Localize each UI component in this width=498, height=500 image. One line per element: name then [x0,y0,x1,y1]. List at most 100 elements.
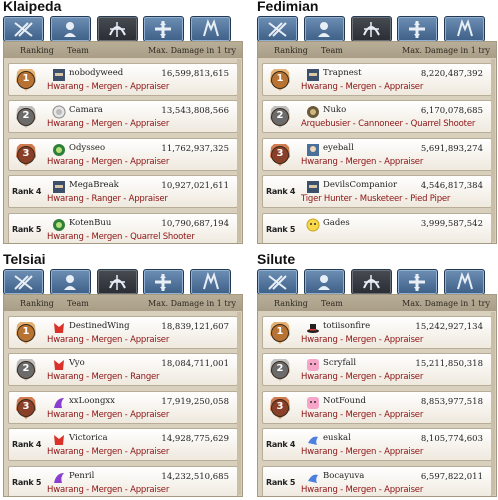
swordsman-class-tab[interactable] [3,269,44,295]
team-name: euskal [323,433,351,443]
team-classes: Hwarang - Mergen - Appraiser [47,157,170,167]
cleric-class-tab[interactable] [397,16,438,42]
cleric-class-tab[interactable] [397,269,438,295]
ranking-row[interactable]: 3 xxLoongxx 17,919,250,058 Hwarang - Mergen… [8,391,238,424]
team-classes: Hwarang - Mergen - Appraiser [301,372,424,382]
swordsman-class-tab[interactable] [257,16,298,42]
scout-class-tab[interactable] [190,269,231,295]
ranking-row[interactable]: Rank 5 Bocayuva 6,597,822,011 Hwarang - Mer… [262,466,492,496]
archer-class-tab[interactable] [351,16,392,42]
gear-avatar-icon [307,106,319,118]
bird-avatar-icon [308,474,318,483]
wizard-class-tab[interactable] [304,16,345,42]
team-classes: Hwarang - Mergen - Appraiser [47,82,170,92]
team-classes: Hwarang - Mergen - Appraiser [47,410,170,420]
archer-class-tab[interactable] [97,269,138,295]
scout-class-tab[interactable] [444,16,485,42]
max-damage-value: 8,220,487,392 [420,69,483,79]
max-damage-value: 10,927,021,611 [161,181,229,191]
team-classes: Hwarang - Mergen - Quarrel Shooter [47,232,195,242]
ranking-row[interactable]: 1 Trapnest 8,220,487,392 Hwarang - Mergen -… [262,63,492,96]
ninja-avatar-icon [53,181,65,193]
cleric-class-tab[interactable] [143,16,184,42]
dragon-avatar-icon [54,398,64,408]
ranking-row[interactable]: Rank 5 Gades 3,999,587,542 [262,213,492,243]
ranking-row[interactable]: 2 Nuko 6,170,078,685 Arquebusier - Cannonee… [262,100,492,133]
ranking-row[interactable]: 3 NotFound 8,853,977,518 Hwarang - Mergen -… [262,391,492,424]
ranking-row[interactable]: Rank 4 MegaBreak 10,927,021,611 Hwarang - R… [8,175,238,208]
ranking-board: Ranking Team Max. Damage in 1 try 1 Destined… [3,294,243,497]
team-name: Victorica [69,433,108,443]
swordsman-class-tab[interactable] [3,16,44,42]
ranking-row[interactable]: 3 Odysseo 11,762,937,325 Hwarang - Mergen -… [8,138,238,171]
max-damage-value: 10,790,687,194 [161,219,229,229]
ninja-avatar-icon [307,69,319,81]
rank-label: Rank 4 [12,187,42,196]
ranking-row[interactable]: 2 Scryfall 15,211,850,318 Hwarang - Mergen … [262,353,492,386]
wizard-class-tab[interactable] [50,16,91,42]
max-damage-value: 11,762,937,325 [161,144,229,154]
team-column-header: Team [321,299,343,308]
wizard-class-tab[interactable] [50,269,91,295]
max-damage-value: 16,599,813,615 [161,69,229,79]
pig-avatar-icon [307,359,319,371]
rank-number: 2 [22,363,30,374]
class-tabs [3,16,243,42]
rank-number: 1 [22,73,30,84]
ranking-row[interactable]: 3 eyeball 5,691,893,274 Hwarang - Mergen - … [262,138,492,171]
scout-class-tab[interactable] [190,16,231,42]
ninja-avatar-icon [53,69,65,81]
ranking-row[interactable]: Rank 4 DevilsCompanior 4,546,817,384 Tiger … [262,175,492,208]
ranking-row[interactable]: 1 DestinedWing 18,839,121,607 Hwarang - Mer… [8,316,238,349]
ranking-row[interactable]: 2 Camara 13,543,808,566 Hwarang - Mergen - … [8,100,238,133]
rank-label: Rank 5 [12,225,42,234]
scrollbar[interactable] [491,59,495,242]
max-damage-value: 5,691,893,274 [420,144,483,154]
team-name: nobodyweed [69,68,124,78]
wizard-class-tab[interactable] [304,269,345,295]
team-classes: Hwarang - Mergen - Appraiser [301,447,424,457]
cleric-class-tab[interactable] [143,269,184,295]
server-name: Silute [257,251,296,267]
team-classes: Hwarang - Mergen - Appraiser [301,485,424,495]
team-name: KotenBuu [69,218,112,228]
max-damage-value: 6,597,822,011 [420,472,483,482]
scrollbar[interactable] [237,59,241,242]
ninja-avatar-icon [307,181,319,193]
rank-label: Rank 5 [266,225,296,234]
scout-class-tab[interactable] [444,269,485,295]
class-tabs [257,269,497,295]
max-damage-value: 8,105,774,603 [420,434,483,444]
server-panel: Fedimian Ranking Team Max. Damage in 1 try 1… [256,0,497,247]
ranking-row[interactable]: Rank 5 Penril 14,232,510,685 Hwarang - Merg… [8,466,238,496]
scrollbar[interactable] [491,312,495,495]
archer-class-tab[interactable] [97,16,138,42]
ranking-board: Ranking Team Max. Damage in 1 try 1 nobodywe… [3,41,243,244]
scrollbar[interactable] [237,312,241,495]
rank-number: 1 [22,326,30,337]
rank-number: 2 [22,110,30,121]
team-name: Vyo [69,358,85,368]
team-classes: Hwarang - Mergen - Ranger [47,372,160,382]
team-classes: Hwarang - Mergen - Appraiser [47,335,170,345]
server-panel: Silute Ranking Team Max. Damage in 1 try 1 to… [256,251,497,500]
pig-avatar-icon [307,397,319,409]
max-damage-value: 3,999,587,542 [420,219,483,229]
plate-avatar-icon [52,105,66,119]
team-column-header: Team [67,46,89,55]
ranking-row[interactable]: Rank 5 KotenBuu 10,790,687,194 Hwarang - Me… [8,213,238,243]
archer-class-tab[interactable] [351,269,392,295]
swordsman-class-tab[interactable] [257,269,298,295]
ranking-column-header: Ranking [20,299,54,308]
damage-column-header: Max. Damage in 1 try [148,299,236,308]
team-name: totiisonfire [323,321,371,331]
rank-label: Rank 5 [12,478,42,487]
ranking-header: Ranking Team Max. Damage in 1 try [4,295,242,311]
ranking-row[interactable]: Rank 4 euskal 8,105,774,603 Hwarang - Merge… [262,428,492,461]
ranking-row[interactable]: Rank 4 Victorica 14,928,775,629 Hwarang - M… [8,428,238,461]
ranking-row[interactable]: 1 nobodyweed 16,599,813,615 Hwarang - Merge… [8,63,238,96]
ranking-row[interactable]: 2 Vyo 18,084,711,001 Hwarang - Mergen - Ran… [8,353,238,386]
ranking-row[interactable]: 1 totiisonfire 15,242,927,134 Hwarang - Mer… [262,316,492,349]
bird-avatar-icon [308,436,318,445]
team-name: DestinedWing [69,321,130,331]
